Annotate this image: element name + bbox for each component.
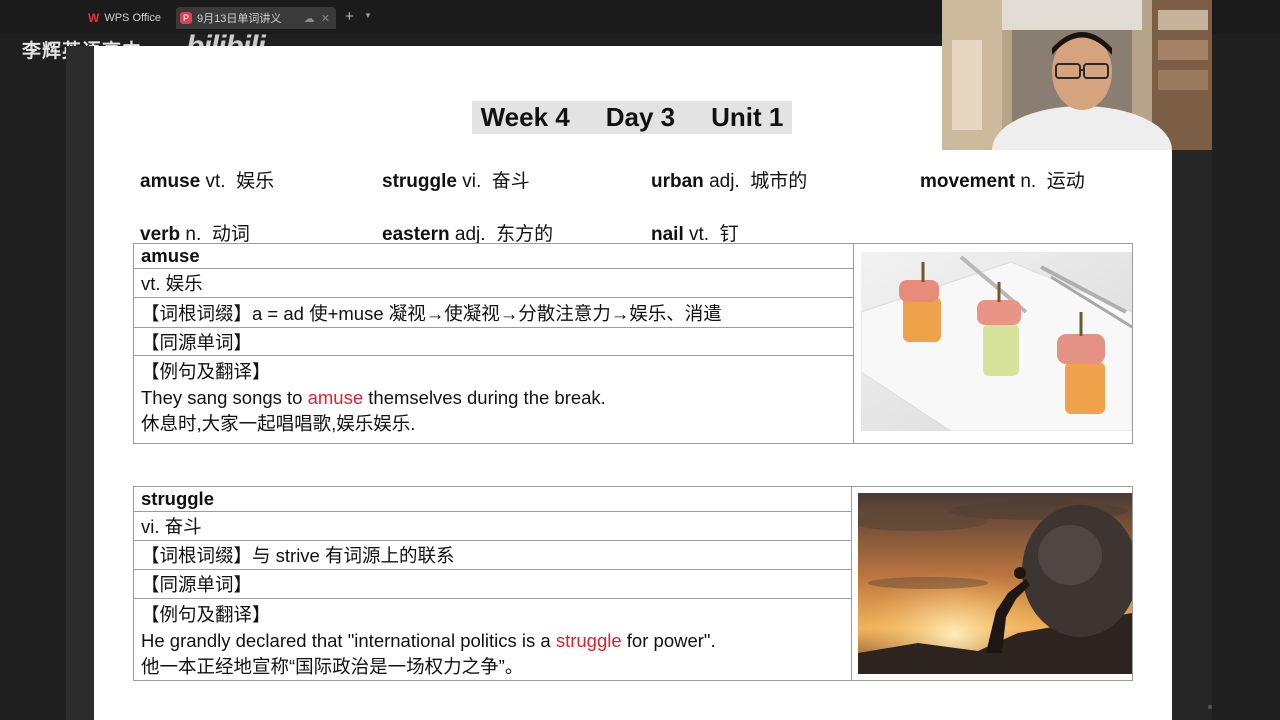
tab-wps-label: WPS Office <box>104 12 161 24</box>
entry-text-column: struggle vi. 奋斗 【词根词缀】与 strive 有词源上的联系 【… <box>134 487 852 680</box>
chevron-down-icon[interactable]: ▼ <box>364 11 372 20</box>
page-title: Week 4 Day 3 Unit 1 <box>472 101 792 134</box>
entry-text-column: amuse vt. 娱乐 【词根词缀】a = ad 使+muse 凝视→使凝视→… <box>134 244 854 443</box>
vocab-pos: n. <box>1020 171 1037 192</box>
vocab-meaning: 城市的 <box>750 171 808 192</box>
vocab-word: struggle <box>382 171 457 192</box>
tab-wps-office[interactable]: W WPS Office <box>88 7 174 29</box>
title-day: Day 3 <box>605 102 676 132</box>
vocab-item: eastern adj. 东方的 <box>382 219 553 246</box>
example-translation: 休息时,大家一起唱唱歌,娱乐娱乐. <box>141 413 416 434</box>
example-text: for power". <box>621 630 716 651</box>
tab-document[interactable]: P 9月13日单词讲义 ☁ ✕ <box>176 7 336 29</box>
man-pushing-boulder-illustration <box>858 493 1132 674</box>
vocab-meaning: 东方的 <box>496 224 554 245</box>
entry-etymology: 【词根词缀】与 strive 有词源上的联系 <box>134 541 852 570</box>
entry-photo-food-skewers <box>861 252 1132 431</box>
examples-label: 【例句及翻译】 <box>141 361 271 382</box>
vocab-pos: n. <box>185 224 202 245</box>
cloud-icon[interactable]: ☁ <box>304 12 315 25</box>
vocab-word: eastern <box>382 224 450 245</box>
title-unit: Unit 1 <box>711 102 784 132</box>
entry-photo-sisyphus <box>858 493 1132 674</box>
presenter-video-feed <box>942 0 1212 150</box>
vocab-word: urban <box>651 171 704 192</box>
entry-headword: amuse <box>134 244 854 269</box>
vocab-meaning: 动词 <box>211 224 250 245</box>
vocab-meaning: 娱乐 <box>236 171 275 192</box>
example-highlight: amuse <box>307 387 364 408</box>
example-highlight: struggle <box>555 630 622 651</box>
vocab-item: urban adj. 城市的 <box>651 166 807 193</box>
vertical-scrollbar[interactable] <box>1172 150 1212 720</box>
left-margin <box>66 46 94 720</box>
webcam-video <box>942 0 1212 150</box>
vocab-item: movement n. 运动 <box>920 166 1085 193</box>
vocab-item: nail vt. 钉 <box>651 219 739 246</box>
word-entry-table: amuse vt. 娱乐 【词根词缀】a = ad 使+muse 凝视→使凝视→… <box>133 243 1133 444</box>
word-entry-table: struggle vi. 奋斗 【词根词缀】与 strive 有词源上的联系 【… <box>133 486 1133 681</box>
entry-definition: vi. 奋斗 <box>134 512 852 541</box>
vocab-word: amuse <box>140 171 201 192</box>
title-week: Week 4 <box>480 102 570 132</box>
entry-cognates: 【同源单词】 <box>134 570 852 599</box>
entry-examples: 【例句及翻译】 They sang songs to amuse themsel… <box>134 356 854 444</box>
vocab-meaning: 运动 <box>1046 171 1085 192</box>
vocab-pos: vi. <box>462 171 482 192</box>
example-text: themselves during the break. <box>363 387 606 408</box>
vocab-pos: adj. <box>454 224 486 245</box>
document-icon: P <box>180 12 192 24</box>
vocab-pos: adj. <box>709 171 740 192</box>
food-skewers-illustration <box>861 252 1132 431</box>
vocab-word: verb <box>140 224 181 245</box>
wps-logo-icon: W <box>88 11 100 25</box>
entry-cognates: 【同源单词】 <box>134 328 854 356</box>
vocab-item: struggle vi. 奋斗 <box>382 166 530 193</box>
tab-document-label: 9月13日单词讲义 <box>197 13 282 25</box>
example-sentence: They sang songs to amuse themselves duri… <box>141 385 606 411</box>
entry-definition: vt. 娱乐 <box>134 269 854 298</box>
vocab-item: amuse vt. 娱乐 <box>140 166 274 193</box>
close-tab-icon[interactable]: ✕ <box>321 12 330 25</box>
entry-examples: 【例句及翻译】 He grandly declared that "intern… <box>134 599 852 681</box>
vocab-item: verb n. 动词 <box>140 219 250 246</box>
example-sentence: He grandly declared that "international … <box>141 628 716 654</box>
examples-label: 【例句及翻译】 <box>141 604 271 625</box>
add-tab-icon[interactable]: + <box>345 8 354 25</box>
example-text: He grandly declared that "international … <box>141 630 556 651</box>
vocab-word: movement <box>920 171 1016 192</box>
vocab-meaning: 奋斗 <box>491 171 530 192</box>
example-translation: 他一本正经地宣称“国际政治是一场权力之争”。 <box>141 656 524 677</box>
vocab-meaning: 钉 <box>719 224 739 245</box>
vocab-pos: vt. <box>205 171 226 192</box>
vocab-word: nail <box>651 224 684 245</box>
scroll-indicator <box>1208 705 1212 709</box>
entry-etymology: 【词根词缀】a = ad 使+muse 凝视→使凝视→分散注意力→娱乐、消遣 <box>134 298 854 328</box>
example-text: They sang songs to <box>141 387 308 408</box>
entry-headword: struggle <box>134 487 852 512</box>
vocab-pos: vt. <box>689 224 710 245</box>
